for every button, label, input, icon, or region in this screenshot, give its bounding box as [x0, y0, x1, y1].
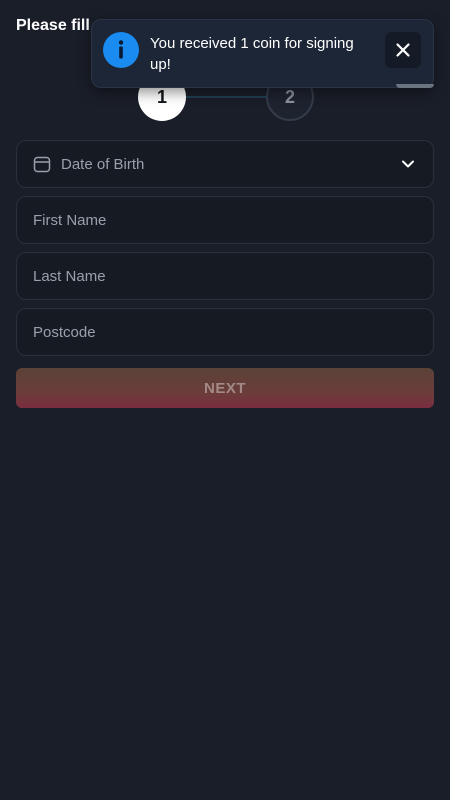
date-of-birth-select[interactable]: Date of Birth — [16, 140, 434, 188]
calendar-icon — [33, 155, 51, 173]
signup-form: Date of Birth First Name Last Name Postc… — [16, 140, 434, 408]
date-of-birth-label: Date of Birth — [61, 155, 145, 173]
first-name-field[interactable]: First Name — [16, 196, 434, 244]
coin-reward-toast: You received 1 coin for signing up! — [91, 19, 434, 88]
chevron-down-icon — [401, 157, 415, 171]
close-icon — [395, 42, 411, 58]
last-name-field[interactable]: Last Name — [16, 252, 434, 300]
stacked-toast-edge — [396, 84, 434, 88]
postcode-field[interactable]: Postcode — [16, 308, 434, 356]
page-title: Please fill — [16, 17, 90, 34]
signup-screen: Please fill 1 2 You received 1 coin for … — [0, 0, 450, 800]
stepper-connector — [184, 96, 268, 98]
toast-message: You received 1 coin for signing up! — [150, 35, 354, 73]
postcode-placeholder: Postcode — [33, 323, 96, 341]
next-button[interactable]: NEXT — [16, 368, 434, 408]
toast-close-button[interactable] — [385, 32, 421, 68]
last-name-placeholder: Last Name — [33, 267, 106, 285]
info-icon — [103, 32, 139, 68]
first-name-placeholder: First Name — [33, 211, 107, 229]
